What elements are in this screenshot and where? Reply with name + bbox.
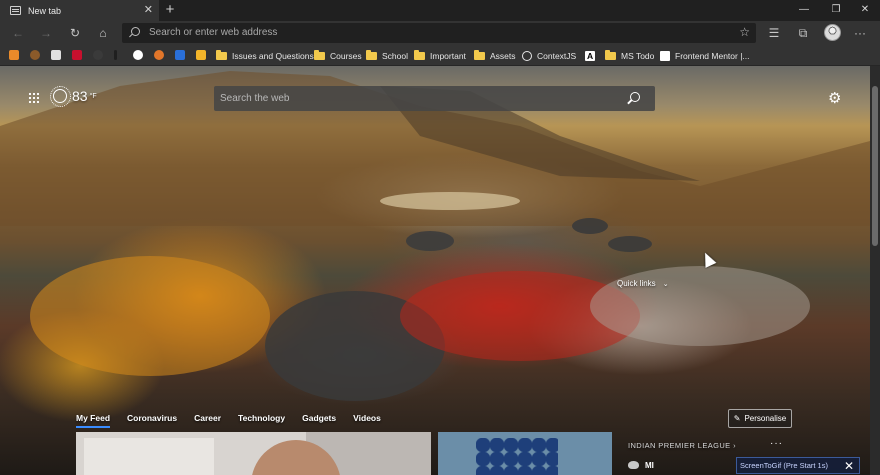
new-tab-page: 83°F ⚙ Quick links ⌄ My Feed Coronavirus…: [0, 66, 870, 475]
address-search-icon: [131, 27, 140, 36]
bookmark-favicon-1-icon[interactable]: [9, 50, 19, 60]
collections-icon[interactable]: ⧉: [795, 25, 811, 41]
bookmark-folder-courses[interactable]: Courses: [314, 48, 362, 63]
bookmark-favicon-2-icon[interactable]: [30, 50, 40, 60]
more-options-icon[interactable]: ···: [770, 438, 783, 449]
quick-links-toggle[interactable]: Quick links ⌄: [617, 279, 669, 288]
chevron-right-icon: ›: [733, 441, 736, 450]
forward-icon[interactable]: →: [38, 25, 54, 41]
sun-icon: [50, 86, 71, 107]
folder-icon: [605, 49, 616, 60]
browser-window: New tab ✕ + — ❐ ✕ ← → ↻ ⌂ Search or ente…: [0, 0, 880, 475]
address-placeholder[interactable]: Search or enter web address: [149, 27, 277, 38]
recorder-label: ScreenToGif (Pre Start 1s): [740, 461, 828, 470]
minimize-button[interactable]: —: [796, 2, 812, 18]
tab-strip: New tab ✕ + — ❐ ✕: [0, 0, 880, 21]
bookmark-favicon-5-icon[interactable]: [93, 50, 103, 60]
bookmark-favicon-10-icon[interactable]: [196, 50, 206, 60]
favorite-star-icon[interactable]: ☆: [739, 25, 750, 39]
bookmark-folder-assets[interactable]: Assets: [474, 48, 516, 63]
home-icon[interactable]: ⌂: [95, 25, 111, 41]
news-image-team: [476, 438, 558, 475]
tab-gadgets[interactable]: Gadgets: [302, 413, 336, 428]
chevron-down-icon: ⌄: [662, 280, 669, 288]
bookmark-favicon-9-icon[interactable]: [175, 50, 185, 60]
team-name: MI: [645, 461, 654, 470]
folder-icon: [216, 49, 227, 60]
personalise-label: Personalise: [744, 414, 787, 423]
weather-unit: °F: [89, 93, 97, 100]
contextjs-icon: [522, 50, 532, 61]
bookmark-brave-icon[interactable]: [154, 50, 164, 60]
profile-avatar[interactable]: [824, 24, 841, 41]
recorder-overlay: ScreenToGif (Pre Start 1s) ✕: [736, 457, 860, 474]
folder-icon: [414, 49, 425, 60]
quick-links-label: Quick links: [617, 279, 656, 288]
weather-widget[interactable]: 83 °F: [50, 86, 97, 107]
news-card-1[interactable]: [76, 432, 431, 475]
folder-icon: [474, 49, 485, 60]
apps-grid-icon[interactable]: [28, 92, 39, 103]
back-icon[interactable]: ←: [10, 25, 26, 41]
tab-close-icon[interactable]: ✕: [144, 4, 153, 16]
tab-new-tab[interactable]: New tab ✕: [0, 0, 159, 21]
toolbar: ← → ↻ ⌂ Search or enter web address ☆ ☰ …: [0, 21, 880, 45]
bookmark-folder-important[interactable]: Important: [414, 48, 466, 63]
bookmark-favicon-3-icon[interactable]: [51, 50, 61, 60]
bookmark-folder-school[interactable]: School: [366, 48, 408, 63]
favorites-list-icon[interactable]: ☰: [766, 25, 782, 41]
newtab-icon: [10, 6, 21, 15]
tab-my-feed[interactable]: My Feed: [76, 413, 111, 428]
bookmark-youtube-icon[interactable]: [72, 50, 82, 60]
bookmark-link-ms-todo[interactable]: MS Todo: [605, 48, 654, 63]
web-search-box[interactable]: [214, 86, 655, 111]
personalise-button[interactable]: ✎ Personalise: [728, 409, 792, 428]
close-window-button[interactable]: ✕: [857, 2, 873, 18]
weather-temperature: 83 °F: [72, 88, 97, 104]
close-icon[interactable]: ✕: [844, 459, 854, 473]
bookmark-link-frontend-mentor[interactable]: Frontend Mentor |...: [660, 48, 750, 63]
news-image: [84, 438, 214, 475]
league-header[interactable]: INDIAN PREMIER LEAGUE ›: [628, 441, 736, 450]
scrollbar-thumb[interactable]: [872, 86, 878, 246]
pencil-icon: ✎: [733, 414, 741, 423]
bookmark-divider-icon: [114, 50, 117, 60]
tab-technology[interactable]: Technology: [238, 413, 285, 428]
refresh-icon[interactable]: ↻: [67, 25, 83, 41]
address-bar[interactable]: Search or enter web address ☆: [122, 23, 756, 43]
bookmark-folder-issues[interactable]: Issues and Questions: [216, 48, 314, 63]
menu-more-icon[interactable]: ···: [852, 25, 868, 41]
bookmark-link-a[interactable]: A: [585, 48, 596, 63]
team-logo-icon: [628, 461, 639, 469]
new-tab-button[interactable]: +: [163, 2, 177, 18]
restore-button[interactable]: ❐: [828, 2, 844, 18]
page-scrollbar[interactable]: [870, 66, 880, 475]
news-card-2[interactable]: [438, 432, 612, 475]
tab-career[interactable]: Career: [194, 413, 221, 428]
tab-videos[interactable]: Videos: [353, 413, 381, 428]
frontend-mentor-icon: [660, 50, 670, 61]
gear-icon[interactable]: ⚙: [828, 91, 841, 106]
bookmarks-bar: Issues and Questions Courses School Impo…: [0, 45, 880, 66]
folder-icon: [314, 49, 325, 60]
tab-title: New tab: [28, 5, 62, 16]
tab-coronavirus[interactable]: Coronavirus: [127, 413, 177, 428]
search-icon[interactable]: [630, 92, 640, 102]
feed-tabs: My Feed Coronavirus Career Technology Ga…: [76, 413, 398, 428]
bookmark-link-contextjs[interactable]: ContextJS: [522, 48, 576, 63]
folder-icon: [366, 49, 377, 60]
bookmark-favicon-7-icon[interactable]: [133, 50, 143, 60]
search-input[interactable]: [220, 90, 610, 107]
